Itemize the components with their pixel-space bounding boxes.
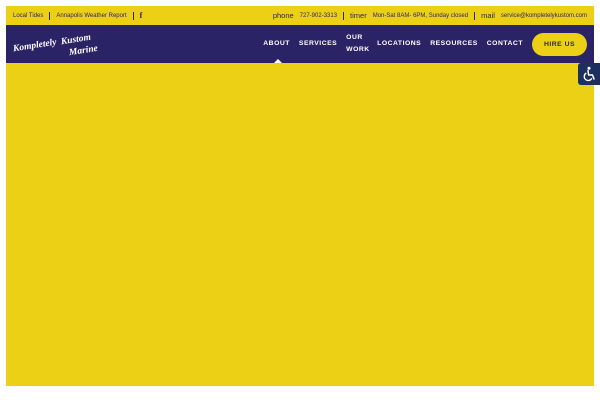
accessibility-icon[interactable]	[578, 63, 600, 85]
nav-item-about[interactable]: ABOUT	[263, 38, 290, 50]
nav-menu: ABOUT SERVICES OUR WORK LOCATIONS RESOUR…	[263, 25, 594, 63]
divider	[474, 11, 476, 20]
nav-item-contact[interactable]: CONTACT	[487, 38, 523, 50]
top-utility-bar: Local Tides Annapolis Weather Report f p…	[6, 6, 594, 25]
timer-icon: timer	[350, 11, 367, 20]
main-navigation: Kustom Kompletely Marine ABOUT SERVICES …	[6, 25, 594, 63]
divider	[132, 11, 134, 20]
facebook-icon[interactable]: f	[140, 11, 143, 20]
divider	[343, 11, 345, 20]
wheelchair-icon	[583, 66, 595, 82]
weather-report-link[interactable]: Annapolis Weather Report	[56, 13, 126, 19]
logo-word-kompletely: Kompletely	[12, 37, 58, 55]
nav-item-locations[interactable]: LOCATIONS	[377, 38, 421, 50]
business-hours: Mon-Sat 8AM- 6PM, Sunday closed	[372, 12, 469, 19]
phone-icon: phone	[272, 11, 294, 20]
nav-item-services[interactable]: SERVICES	[299, 38, 337, 50]
email-link[interactable]: service@kompletelykustom.com	[501, 13, 587, 19]
divider	[49, 11, 51, 20]
logo-word-marine: Marine	[68, 43, 99, 59]
phone-number-link[interactable]: 727-902-3313	[300, 13, 337, 19]
nav-item-our-work[interactable]: OUR WORK	[346, 32, 369, 56]
mail-icon: mail	[481, 11, 495, 20]
local-tides-link[interactable]: Local Tides	[13, 13, 43, 19]
hire-us-button[interactable]: HIRE US	[532, 32, 587, 56]
site-logo[interactable]: Kustom Kompletely Marine	[12, 33, 103, 59]
nav-item-resources[interactable]: RESOURCES	[430, 38, 478, 50]
page-frame: Local Tides Annapolis Weather Report f p…	[6, 6, 594, 386]
hero-area	[6, 63, 594, 386]
